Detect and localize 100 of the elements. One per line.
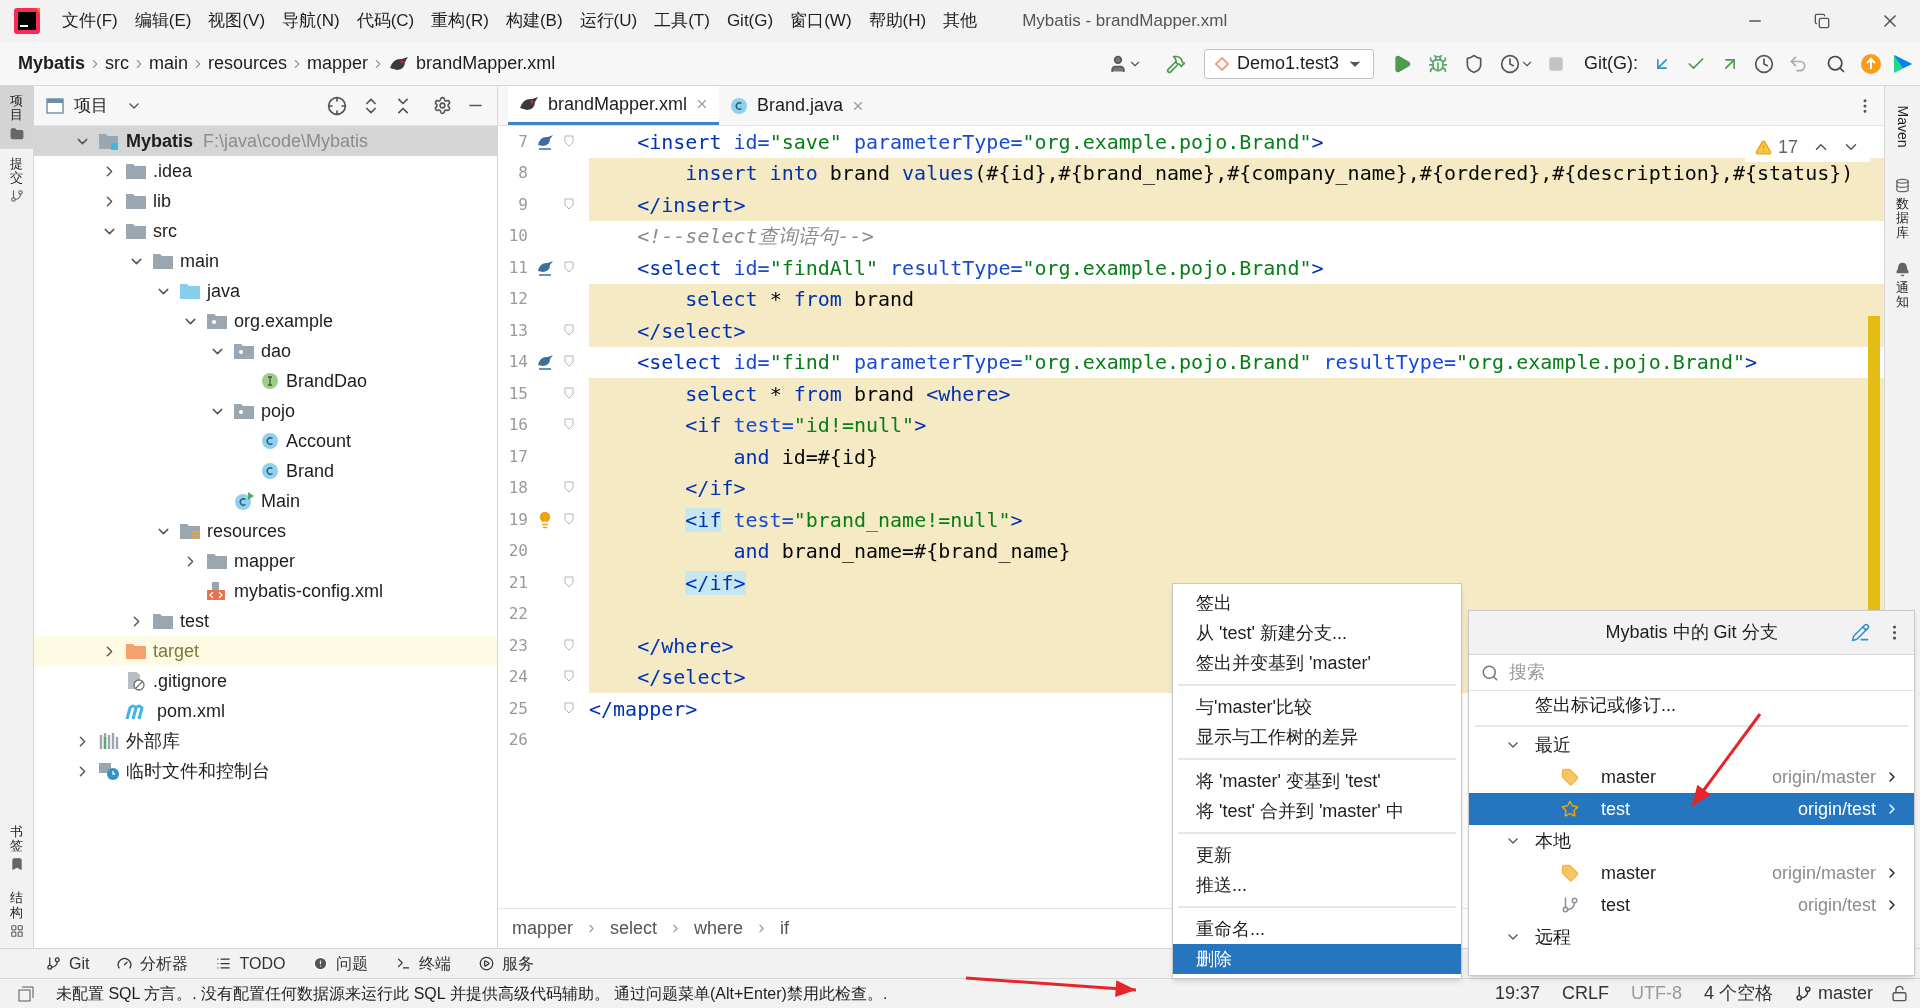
fold-marker-icon[interactable] (564, 260, 574, 273)
lock-icon[interactable] (1891, 985, 1908, 1002)
menu-item[interactable]: 签出 (1173, 588, 1461, 618)
search-icon[interactable] (1826, 53, 1846, 74)
tree-item[interactable]: .gitignore (34, 666, 497, 696)
tree-item[interactable]: test (34, 606, 497, 636)
edit-icon[interactable] (1851, 623, 1870, 642)
tree-item[interactable]: 外部库 (34, 726, 497, 756)
menu-item[interactable]: 帮助(H) (868, 8, 927, 34)
tree-item[interactable]: main (34, 246, 497, 276)
tool-window-tab[interactable]: Git (46, 951, 90, 976)
tool-window-tab[interactable]: 分析器 (117, 951, 189, 976)
tool-window-tab[interactable]: TODO (216, 951, 286, 976)
menu-item[interactable]: 重命名... (1173, 914, 1461, 944)
status-item[interactable]: 4 个空格 (1703, 980, 1773, 1007)
menu-item[interactable]: 将 'test' 合并到 'master' 中 (1173, 796, 1461, 826)
menu-item[interactable]: 代码(C) (356, 8, 415, 34)
branch-item[interactable]: master origin/master (1469, 857, 1914, 889)
menu-item[interactable]: 文件(F) (62, 8, 118, 34)
fold-marker-icon[interactable] (564, 638, 574, 651)
tree-item[interactable]: java (34, 276, 497, 306)
tree-item[interactable]: pojo (34, 396, 497, 426)
tree-item[interactable]: mybatis-config.xml (34, 576, 497, 606)
tree-item[interactable]: src (34, 216, 497, 246)
editor-tab[interactable]: brandMapper.xml (508, 86, 720, 125)
status-item[interactable]: CRLF (1561, 980, 1609, 1007)
fold-marker-icon[interactable] (564, 481, 574, 494)
checkout-tag-item[interactable]: 签出标记或修订... (1535, 691, 1676, 719)
history-icon[interactable] (1754, 53, 1774, 74)
locate-icon[interactable] (327, 95, 347, 116)
fold-marker-icon[interactable] (564, 323, 574, 336)
menu-item[interactable]: 构建(B) (505, 8, 563, 34)
tool-window-tab[interactable]: Maven (1892, 105, 1913, 147)
menu-item[interactable]: 导航(N) (282, 8, 340, 34)
breadcrumb-item[interactable]: mapper (512, 915, 574, 942)
tree-item[interactable]: Brand (34, 456, 497, 486)
fold-marker-icon[interactable] (564, 575, 574, 588)
fold-marker-icon[interactable] (564, 197, 574, 210)
branch-group[interactable]: 本地 (1469, 825, 1914, 857)
tree-item[interactable]: org.example (34, 306, 497, 336)
tree-item[interactable]: Account (34, 426, 497, 456)
tree-item[interactable]: mapper (34, 546, 497, 576)
tree-item[interactable]: lib (34, 186, 497, 216)
menu-item[interactable]: 运行(U) (579, 8, 638, 34)
tool-window-tab[interactable]: 数据库 (1896, 197, 1909, 240)
menu-item[interactable]: Git(G) (726, 8, 774, 34)
menu-item[interactable]: 更新 (1173, 840, 1461, 870)
branch-item[interactable]: master origin/master (1469, 761, 1914, 793)
tool-window-tab[interactable]: 提交 (10, 156, 23, 186)
breadcrumb-item[interactable]: main (149, 50, 189, 77)
menu-item[interactable]: 显示与工作树的差异 (1173, 722, 1461, 752)
restore-icon[interactable] (1814, 13, 1830, 29)
run-configuration-dropdown[interactable]: Demo1.test3 (1203, 48, 1374, 79)
breadcrumb-item[interactable]: if (780, 915, 790, 942)
bird-icon[interactable] (536, 258, 554, 277)
tool-window-tab[interactable]: 终端 (396, 951, 452, 976)
breadcrumb-item[interactable]: mapper (307, 50, 369, 77)
fold-marker-icon[interactable] (564, 134, 574, 147)
tree-item[interactable]: target (34, 636, 497, 666)
tool-window-tab[interactable]: 服务 (479, 951, 535, 976)
breadcrumb-item[interactable]: select (610, 915, 658, 942)
tree-item[interactable]: pom.xml (34, 696, 497, 726)
bird-icon[interactable] (536, 353, 554, 372)
menu-item[interactable]: 推送... (1173, 870, 1461, 900)
bird-icon[interactable] (536, 132, 554, 151)
debug-icon[interactable] (1428, 53, 1448, 74)
tree-item[interactable]: Main (34, 486, 497, 516)
tree-item[interactable]: BrandDao (34, 366, 497, 396)
menu-item[interactable]: 删除 (1173, 944, 1461, 974)
fold-marker-icon[interactable] (564, 512, 574, 525)
app-logo-icon[interactable] (14, 8, 40, 34)
tool-window-tab[interactable]: 通知 (1896, 280, 1909, 310)
menu-item[interactable]: 编辑(E) (134, 8, 192, 34)
run-icon[interactable] (1392, 53, 1412, 74)
fold-marker-icon[interactable] (564, 355, 574, 368)
branch-group[interactable]: 最近 (1469, 729, 1914, 761)
fold-marker-icon[interactable] (564, 386, 574, 399)
tree-item[interactable]: dao (34, 336, 497, 366)
tool-window-tab[interactable]: 书签 (10, 824, 23, 854)
menu-item[interactable]: 重构(R) (431, 8, 489, 34)
plugin-logo-icon[interactable] (1892, 52, 1914, 75)
menu-item[interactable]: 窗口(W) (790, 8, 852, 34)
fold-marker-icon[interactable] (564, 670, 574, 683)
branch-group[interactable]: 远程 (1469, 921, 1914, 953)
tool-window-tab[interactable]: 项目 (10, 94, 23, 123)
branch-item[interactable]: test origin/test (1469, 793, 1914, 825)
breadcrumb-item[interactable]: src (105, 50, 130, 77)
breadcrumb-item[interactable]: brandMapper.xml (416, 50, 556, 77)
tool-window-tab[interactable]: 结构 (10, 891, 23, 920)
breadcrumb-item[interactable]: Mybatis (18, 50, 86, 77)
fold-marker-icon[interactable] (564, 701, 574, 714)
menu-item[interactable]: 视图(V) (208, 8, 266, 34)
branch-item[interactable]: test origin/test (1469, 889, 1914, 921)
fold-marker-icon[interactable] (564, 418, 574, 431)
editor-tab[interactable]: Brand.java (719, 86, 876, 125)
menu-item[interactable]: 将 'master' 变基到 'test' (1173, 766, 1461, 796)
menu-item[interactable]: 工具(T) (654, 8, 710, 34)
menu-item[interactable]: 从 'test' 新建分支... (1173, 618, 1461, 648)
tree-item[interactable]: resources (34, 516, 497, 546)
hammer-icon[interactable] (1165, 53, 1186, 74)
